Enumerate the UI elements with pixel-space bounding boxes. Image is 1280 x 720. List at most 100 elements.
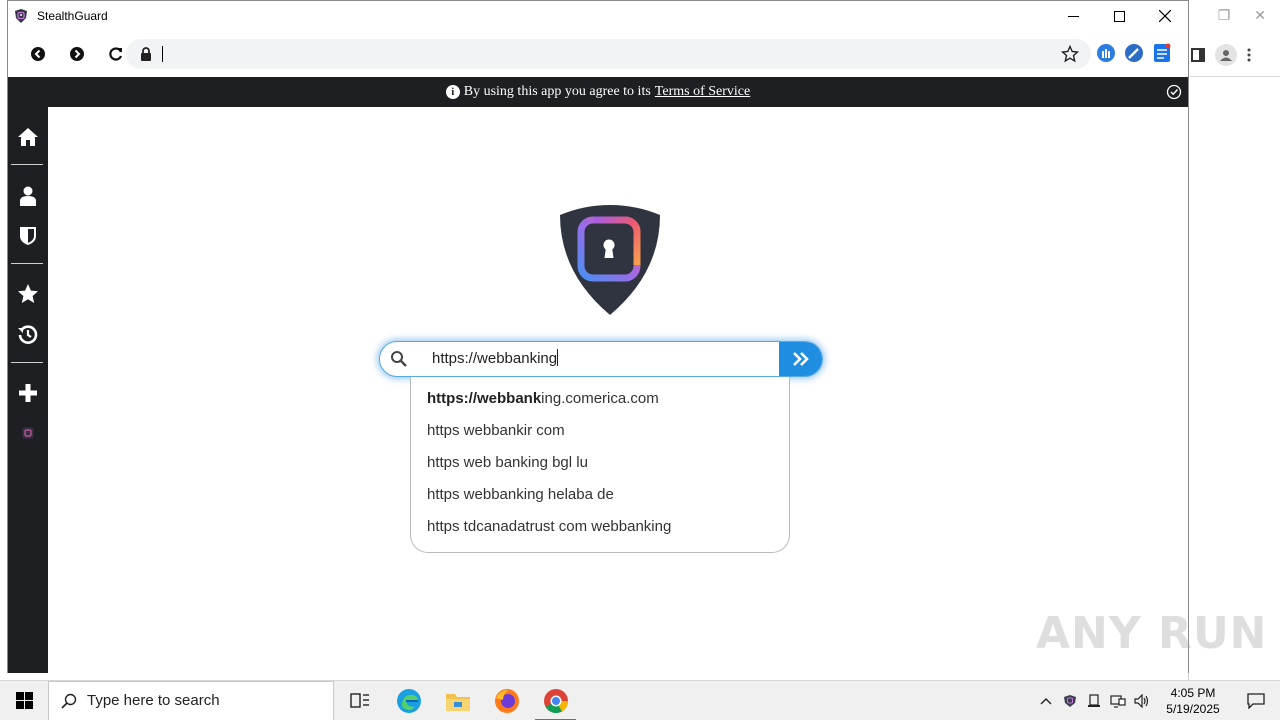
stealthguard-app-icon (15, 9, 27, 23)
sidebar-item-protection[interactable] (8, 216, 48, 256)
window-title: StealthGuard (37, 9, 108, 23)
stealthguard-logo (560, 205, 660, 315)
firefox-icon (494, 688, 519, 713)
suggestion-text: https tdcanadatrust com webbanking (427, 518, 672, 535)
text-cursor (557, 349, 559, 366)
profile-icon (1220, 50, 1232, 61)
search-icon (391, 351, 407, 367)
forward-button[interactable] (57, 39, 96, 69)
chevron-up-icon (1040, 698, 1052, 705)
taskbar-firefox[interactable] (482, 681, 531, 720)
sidebar-item-history[interactable] (8, 315, 48, 355)
history-icon (18, 325, 38, 344)
suggestion-rest: ing.comerica.com (541, 390, 659, 407)
stealthguard-window: StealthGuard i By using this app you agr… (7, 0, 1189, 673)
show-hidden-icons-button[interactable] (1034, 681, 1058, 720)
windows-logo-icon (15, 692, 33, 709)
reload-icon (108, 47, 122, 61)
hand-extension-icon[interactable] (1096, 43, 1116, 63)
pen-extension-icon[interactable] (1124, 43, 1144, 63)
title-bar: StealthGuard (8, 1, 1188, 31)
background-toolbar (1189, 40, 1280, 70)
edge-icon (396, 688, 421, 713)
folder-icon (445, 693, 470, 711)
back-arrow-icon (30, 47, 45, 61)
tray-volume[interactable] (1130, 681, 1154, 720)
plus-icon (19, 384, 37, 402)
background-titlebar: ❐ ✕ (1189, 0, 1280, 30)
close-button[interactable] (1142, 1, 1188, 31)
close-icon[interactable]: ✕ (1254, 7, 1266, 24)
bookmark-star-icon[interactable] (1061, 45, 1079, 63)
dismiss-check-icon[interactable] (1166, 84, 1182, 100)
sidebar-divider (11, 362, 43, 363)
lock-icon (141, 47, 151, 61)
document-extension-icon[interactable] (1152, 43, 1172, 63)
home-icon (18, 128, 38, 146)
network-icon (1110, 695, 1126, 708)
maximize-button[interactable] (1096, 1, 1142, 31)
stealthguard-tray-icon (1064, 695, 1076, 707)
toolbar-divider (1189, 76, 1280, 77)
user-icon (20, 186, 36, 206)
sidebar-item-account[interactable] (8, 176, 48, 216)
address-bar[interactable] (126, 39, 1091, 69)
suggestion-item[interactable]: https webbankir com (411, 415, 789, 447)
star-icon (18, 284, 38, 303)
suggestion-match: https://webbank (427, 390, 542, 407)
minimize-button[interactable] (1050, 1, 1096, 31)
back-button[interactable] (18, 39, 57, 69)
sidebar-item-stealthguard[interactable] (8, 413, 48, 453)
text-cursor (162, 46, 163, 62)
tray-stealthguard[interactable] (1058, 681, 1082, 720)
info-icon: i (445, 85, 460, 99)
sidebar-item-favorites[interactable] (8, 274, 48, 314)
taskbar-clock[interactable]: 4:05 PM 5/19/2025 (1154, 685, 1232, 717)
suggestion-item[interactable]: https://webbanking.comerica.com (411, 383, 789, 415)
search-input[interactable]: https://webbanking (432, 342, 559, 376)
terms-banner-text: By using this app you agree to its (463, 84, 651, 99)
window-controls (1050, 1, 1188, 31)
terms-of-service-link[interactable]: Terms of Service (655, 84, 750, 100)
more-menu-icon[interactable] (1247, 48, 1251, 62)
taskbar-file-explorer[interactable] (433, 681, 482, 720)
sidebar-divider (11, 263, 43, 264)
search-icon (61, 693, 77, 709)
sidebar-item-home[interactable] (8, 117, 48, 157)
notification-center-button[interactable] (1232, 681, 1280, 720)
close-icon (1159, 10, 1171, 22)
suggestion-dropdown: https://webbanking.comerica.com https we… (410, 377, 790, 553)
start-button[interactable] (0, 681, 48, 720)
search-bar: https://webbanking (379, 341, 823, 377)
system-tray: 4:05 PM 5/19/2025 (1034, 681, 1280, 720)
profile-avatar[interactable] (1215, 44, 1237, 66)
side-panel-icon[interactable] (1191, 48, 1205, 62)
clock-date: 5/19/2025 (1166, 702, 1220, 716)
task-view-button[interactable] (335, 681, 384, 720)
shield-icon (20, 227, 36, 245)
forward-arrow-icon (69, 47, 84, 61)
tray-device[interactable] (1082, 681, 1106, 720)
main-content: https://webbanking https://webbanking.co… (48, 107, 1188, 673)
stealthguard-mini-icon (22, 427, 34, 439)
taskbar-chrome[interactable] (531, 681, 580, 720)
speaker-icon (1134, 694, 1149, 708)
extension-icons (1096, 43, 1172, 63)
minimize-icon (1067, 15, 1079, 17)
device-icon (1088, 694, 1100, 707)
task-view-icon (349, 692, 369, 708)
taskbar-edge[interactable] (384, 681, 433, 720)
taskbar-search[interactable]: Type here to search (48, 680, 334, 720)
sidebar-item-add[interactable] (8, 373, 48, 413)
terms-banner: i By using this app you agree to its Ter… (8, 77, 1188, 107)
suggestion-item[interactable]: https webbanking helaba de (411, 479, 789, 511)
suggestion-item[interactable]: https web banking bgl lu (411, 447, 789, 479)
suggestion-item[interactable]: https tdcanadatrust com webbanking (411, 511, 789, 543)
maximize-icon (1113, 10, 1125, 22)
tray-network[interactable] (1106, 681, 1130, 720)
taskbar-search-placeholder: Type here to search (87, 692, 220, 709)
sidebar (8, 107, 48, 673)
search-go-button[interactable] (779, 342, 822, 376)
restore-icon[interactable]: ❐ (1218, 7, 1231, 24)
suggestion-text: https web banking bgl lu (427, 454, 588, 471)
